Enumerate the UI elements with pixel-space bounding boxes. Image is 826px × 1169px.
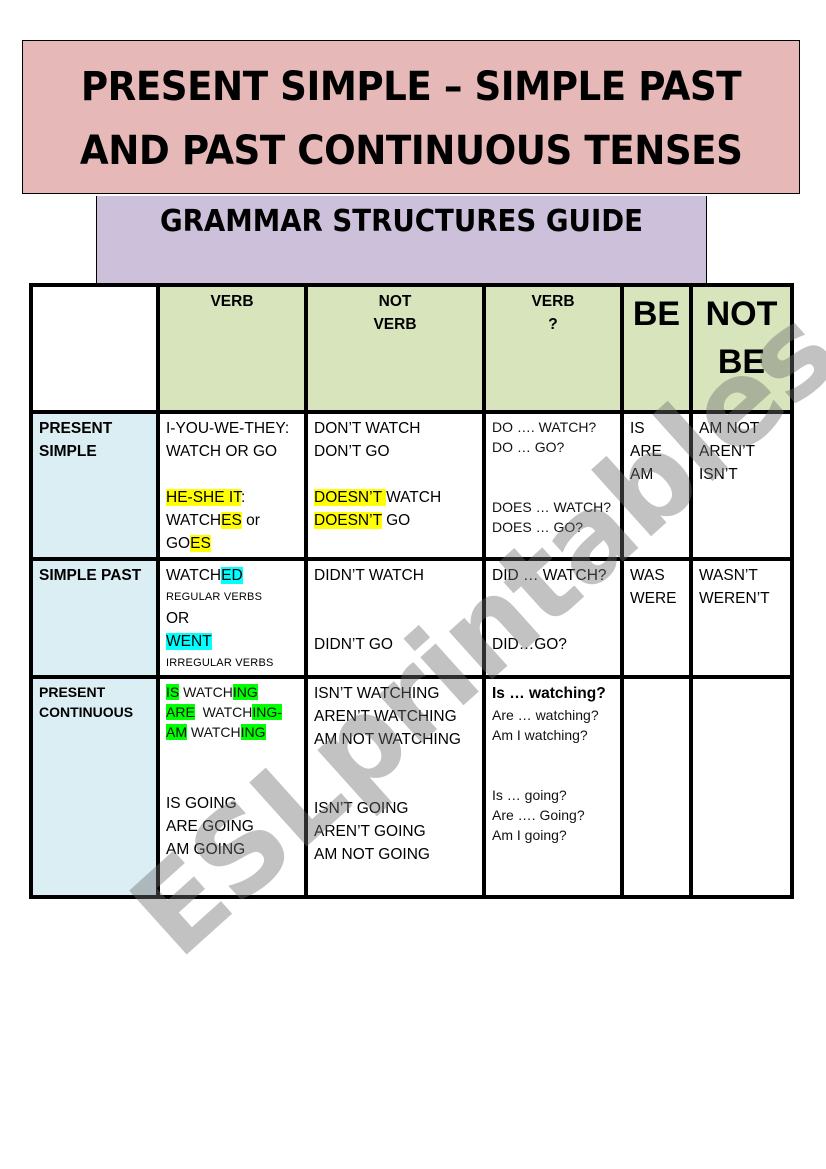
header-verb: VERB (156, 283, 308, 414)
title-banner: PRESENT SIMPLE – SIMPLE PAST AND PAST CO… (22, 40, 800, 194)
cell-present-simple-not-verb: DON’T WATCH DON’T GO DOESN’T WATCH DOESN… (304, 410, 486, 561)
highlight-doesnt: DOESN’T (314, 489, 387, 506)
header-be: BE (620, 283, 693, 414)
subtitle: GRAMMAR STRUCTURES GUIDE (159, 204, 643, 239)
cell-simple-past-not-be: WASN’T WEREN’T (689, 557, 794, 679)
header-row: VERB NOT VERB VERB ? BE NOT BE (29, 283, 794, 414)
table-row-simple-past: SIMPLE PAST WATCHED REGULAR VERBS OR WEN… (29, 557, 794, 679)
highlight-doesnt: DOESN’T (314, 512, 382, 529)
highlight-ing-ending: ING (240, 724, 266, 740)
highlight-am: AM (166, 724, 187, 740)
cell-present-continuous-not-verb: ISN’T WATCHING AREN’T WATCHING AM NOT WA… (304, 675, 486, 899)
highlight-went: WENT (166, 633, 212, 650)
highlight-es-ending: ES (221, 512, 242, 529)
cell-present-simple-verb-question: DO …. WATCH? DO … GO? DOES … WATCH? DOES… (482, 410, 624, 561)
cell-present-continuous-be (620, 675, 693, 899)
cell-present-simple-verb: I-YOU-WE-THEY: WATCH OR GO HE-SHE IT: WA… (156, 410, 308, 561)
subtitle-banner: GRAMMAR STRUCTURES GUIDE (96, 196, 707, 283)
row-label-simple-past: SIMPLE PAST (29, 557, 160, 679)
header-verb-question: VERB ? (482, 283, 624, 414)
row-label-present-continuous: PRESENT CONTINUOUS (29, 675, 160, 899)
highlight-he-she-it: HE-SHE IT (166, 489, 241, 506)
highlight-es-ending: ES (190, 535, 211, 552)
table-row-present-simple: PRESENT SIMPLE I-YOU-WE-THEY: WATCH OR G… (29, 410, 794, 561)
cell-simple-past-verb-question: DID … WATCH? DID…GO? (482, 557, 624, 679)
row-label-present-simple: PRESENT SIMPLE (29, 410, 160, 561)
corner-cell (29, 283, 160, 414)
cell-simple-past-not-verb: DIDN’T WATCH DIDN’T GO (304, 557, 486, 679)
title-line-2: AND PAST CONTINUOUS TENSES (79, 128, 743, 174)
highlight-ing-ending: ING- (252, 704, 282, 720)
cell-present-simple-not-be: AM NOT AREN’T ISN’T (689, 410, 794, 561)
title-line-1: PRESENT SIMPLE – SIMPLE PAST (80, 64, 742, 110)
grammar-table: VERB NOT VERB VERB ? BE NOT BE PRESENT S… (29, 283, 794, 899)
highlight-are: ARE (166, 704, 195, 720)
cell-simple-past-be: WAS WERE (620, 557, 693, 679)
highlight-ed-ending: ED (221, 567, 243, 584)
highlight-ing-ending: ING (232, 684, 258, 700)
table-row-present-continuous: PRESENT CONTINUOUS IS WATCHING ARE WATCH… (29, 675, 794, 899)
cell-present-continuous-verb-question: Is … watching? Are … watching? Am I watc… (482, 675, 624, 899)
highlight-is: IS (166, 684, 180, 700)
header-not-verb: NOT VERB (304, 283, 486, 414)
cell-simple-past-verb: WATCHED REGULAR VERBS OR WENT IRREGULAR … (156, 557, 308, 679)
cell-present-simple-be: IS ARE AM (620, 410, 693, 561)
cell-present-continuous-not-be (689, 675, 794, 899)
cell-present-continuous-verb: IS WATCHING ARE WATCHING- AM WATCHING IS… (156, 675, 308, 899)
header-not-be: NOT BE (689, 283, 794, 414)
